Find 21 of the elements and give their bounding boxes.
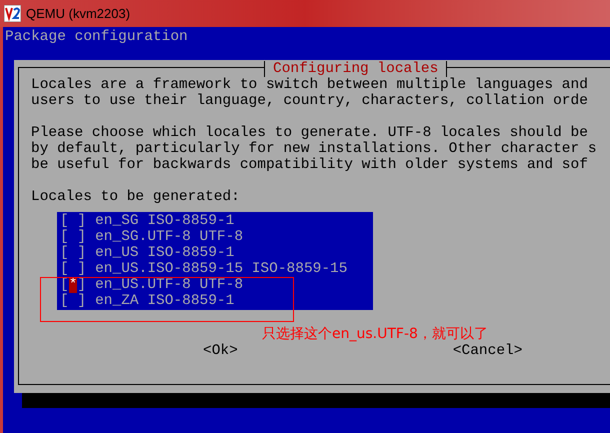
annotation-note: 只选择这个en_us.UTF-8，就可以了 (262, 325, 488, 344)
checkbox[interactable]: [ ] (60, 293, 86, 309)
window-title: QEMU (kvm2203) (26, 4, 130, 23)
dialog-paragraph: Locales are a framework to switch between multiple languages and users to use their language, country, characters, collation orde (31, 77, 589, 109)
dialog-paragraph: Locales to be generated: (31, 189, 241, 205)
locale-label[interactable]: en_US ISO-8859-1 (95, 245, 234, 261)
app-logo-icon (4, 5, 21, 22)
locale-label[interactable]: en_SG ISO-8859-1 (95, 213, 234, 229)
checkbox[interactable]: [ ] (60, 261, 86, 277)
dialog-paragraph: Please choose which locales to generate. UTF-8 locales should be by default, particularly for new installations. Other character s be useful for backwards compatibility with older systems and sof (31, 125, 598, 173)
locale-label[interactable]: en_ZA ISO-8859-1 (95, 293, 234, 309)
ok-button[interactable]: <Ok> (203, 343, 238, 359)
locale-label[interactable]: en_US.UTF-8 UTF-8 (95, 277, 244, 293)
locale-label[interactable]: en_SG.UTF-8 UTF-8 (95, 229, 244, 245)
checkbox[interactable]: [ ] (60, 245, 86, 261)
screen-header: Package configuration (4, 28, 189, 47)
dialog-title: Configuring locales (264, 61, 448, 77)
locale-label[interactable]: en_US.ISO-8859-15 ISO-8859-15 (95, 261, 348, 277)
checkbox[interactable]: [ ] (60, 229, 86, 245)
cancel-button[interactable]: <Cancel> (452, 343, 522, 359)
checkbox[interactable]: [ ] (60, 213, 86, 229)
